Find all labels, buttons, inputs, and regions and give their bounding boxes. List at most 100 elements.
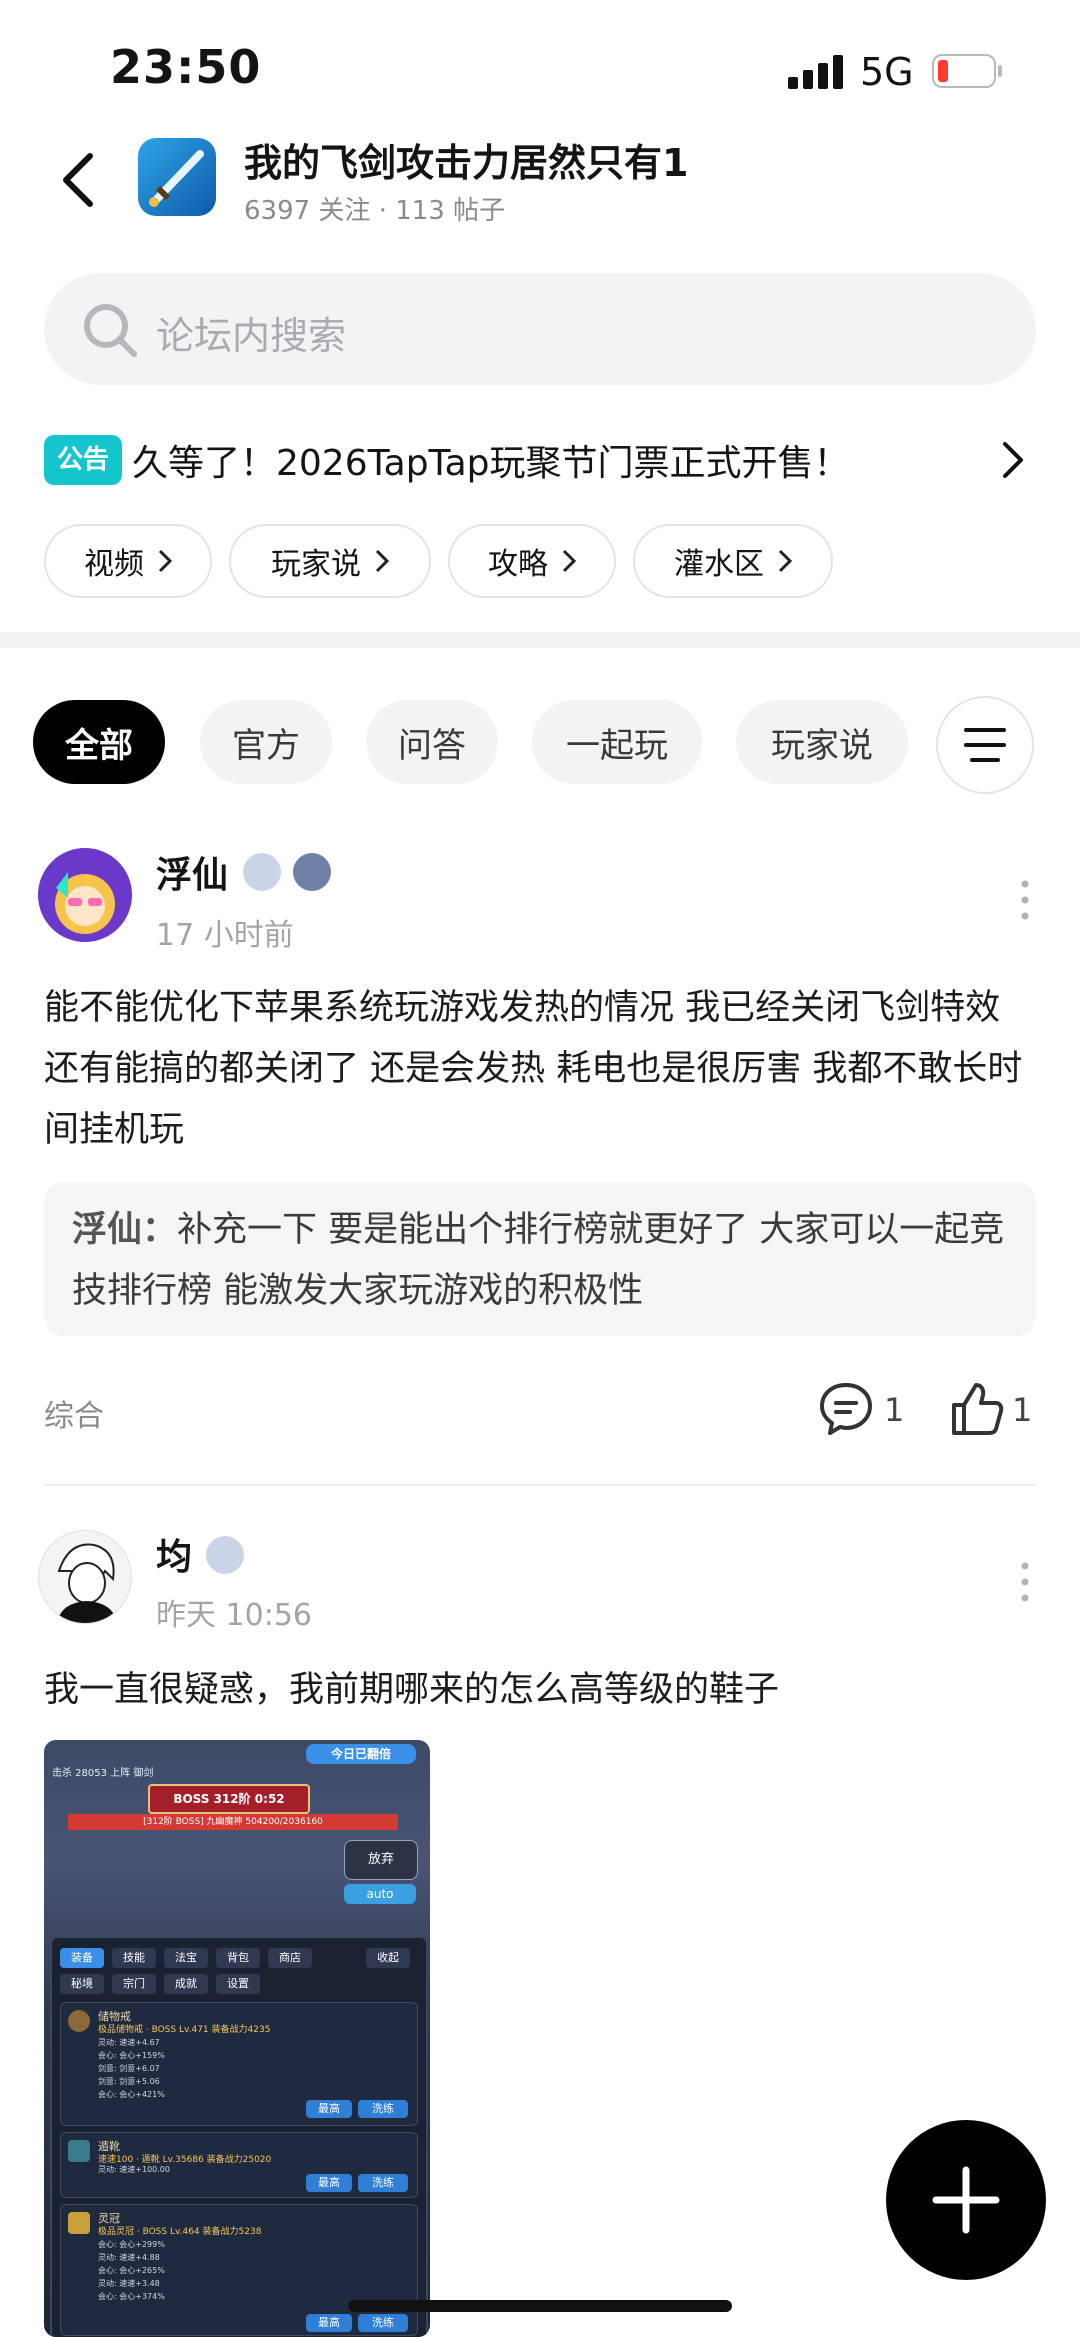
boots-icon [68,2140,90,2162]
avatar-art [39,1531,131,1623]
image-item-btn: 洗练 [358,2314,408,2332]
back-arrow-icon[interactable] [58,150,98,210]
chip-label: 灌水区 [674,547,764,582]
image-tab: 背包 [216,1948,260,1968]
sword-icon [149,150,204,207]
level-badge-icon [206,1536,244,1574]
chip-label: 攻略 [488,547,548,582]
image-tab: 法宝 [164,1948,208,1968]
chevron-right-icon [375,549,389,573]
ring-icon [68,2010,90,2032]
chip-guide[interactable]: 攻略 [448,524,616,598]
avatar[interactable] [38,1530,132,1624]
forum-stats: 6397 关注 · 113 帖子 [244,196,506,226]
stat-line: 会心: 会心+374% [98,2292,165,2301]
image-boss-bar: [312阶 BOSS] 九幽魔神 504200/2036160 [68,1814,398,1830]
image-tab: 成就 [164,1974,208,1994]
search-icon [84,304,137,357]
chip-label: 玩家说 [271,547,361,582]
stat-line: 会心: 会心+265% [98,2266,165,2275]
image-tab: 秘境 [60,1974,104,1994]
stat-line: 灵动: 速速+3.48 [98,2279,160,2288]
network-label: 5G [860,50,914,94]
tab-all[interactable]: 全部 [33,700,165,784]
tab-qa[interactable]: 问答 [366,700,498,784]
notice-badge: 公告 [44,435,122,485]
game-icon[interactable] [138,138,216,216]
battery-icon [932,54,1002,88]
image-tab: 收起 [366,1948,410,1968]
stat-line: 会心: 会心+299% [98,2240,165,2249]
chevron-right-icon [562,549,576,573]
comment-icon[interactable] [818,1381,874,1437]
comment-count: 1 [884,1391,905,1429]
image-item-btn: 最高 [306,2100,352,2118]
post-body[interactable]: 能不能优化下苹果系统玩游戏发热的情况 我已经关闭飞剑特效还有能搞的都关闭了 还是… [44,978,1034,1161]
post-body[interactable]: 我一直很疑惑，我前期哪来的怎么高等级的鞋子 [44,1660,1034,1721]
section-divider [0,632,1080,648]
post-time: 昨天 10:56 [156,1598,312,1633]
tab-player-talk[interactable]: 玩家说 [736,700,908,784]
tab-play-together[interactable]: 一起玩 [532,700,702,784]
crown-icon [68,2212,90,2234]
quote-text: 浮仙：补充一下 要是能出个排行榜就更好了 大家可以一起竞技排行榜 能激发大家玩游… [72,1200,1012,1322]
more-dots-icon[interactable] [1020,878,1030,922]
post-time: 17 小时前 [156,918,294,953]
signal-icon [788,55,843,89]
status-time: 23:50 [110,40,262,94]
create-post-button[interactable] [886,2120,1046,2280]
plus-icon [932,2166,1000,2234]
image-tab: 商店 [268,1948,312,1968]
more-dots-icon[interactable] [1020,1560,1030,1604]
image-item-btn: 最高 [306,2314,352,2332]
image-item-btn: 洗练 [358,2100,408,2118]
author-name[interactable]: 均 [156,1528,192,1580]
like-icon[interactable] [948,1381,1004,1437]
tab-official[interactable]: 官方 [200,700,332,784]
image-tab: 装备 [60,1948,104,1968]
search-input[interactable]: 论坛内搜索 [156,305,346,360]
chip-player-talk[interactable]: 玩家说 [229,524,431,598]
like-count: 1 [1012,1391,1033,1429]
image-item-desc: 极品灵冠 · BOSS Lv.464 装备战力5238 [98,2227,262,2237]
image-auto-btn: auto [344,1884,416,1904]
image-item-btn: 最高 [306,2174,352,2192]
chip-label: 视频 [84,547,144,582]
avatar[interactable] [38,848,132,942]
image-kill-count: 击杀 28053 上阵 御剑 [52,1768,154,1779]
post-image[interactable]: 击杀 28053 上阵 御剑 今日已翻倍 BOSS 312阶 0:52 [312… [44,1740,430,2337]
stat-line: 灵动: 速速+4.88 [98,2253,160,2262]
stat-line: 灵动: 速速+100.00 [98,2165,170,2174]
image-giveup-btn: 放弃 [344,1840,418,1880]
filter-menu-button[interactable] [936,696,1034,794]
post-tag[interactable]: 综合 [44,1391,104,1435]
chevron-right-icon[interactable] [1000,440,1026,480]
avatar-art [38,848,132,942]
chip-chat[interactable]: 灌水区 [633,524,833,598]
image-item-stats: 灵动: 速速+4.67 会心: 会心+159% 剑意: 剑意+6.07 剑意: … [98,2036,165,2101]
stat-line: 剑意: 剑意+6.07 [98,2064,160,2073]
stat-line: 剑意: 剑意+5.06 [98,2077,160,2086]
image-tab: 宗门 [112,1974,156,1994]
chevron-right-icon [778,549,792,573]
page-title: 我的飞剑攻击力居然只有1 [244,141,689,185]
image-tab: 技能 [112,1948,156,1968]
filter-menu-icon [964,728,1006,762]
image-tab: 设置 [216,1974,260,1994]
notice-text[interactable]: 久等了！2026TapTap玩聚节门票正式开售！ [132,434,850,486]
post-divider [44,1484,1036,1486]
author-name[interactable]: 浮仙 [156,846,228,898]
image-boss-title: BOSS 312阶 0:52 [148,1784,310,1814]
chip-video[interactable]: 视频 [44,524,212,598]
chevron-right-icon [158,549,172,573]
quote-content: 补充一下 要是能出个排行榜就更好了 大家可以一起竞技排行榜 能激发大家玩游戏的积… [72,1210,1005,1311]
quote-author: 浮仙： [72,1210,178,1250]
stat-line: 会心: 会心+421% [98,2090,165,2099]
home-indicator[interactable] [348,2300,732,2312]
stat-line: 灵动: 速速+4.67 [98,2038,160,2047]
tap-badge-icon [293,853,331,891]
image-double-badge: 今日已翻倍 [306,1744,416,1764]
image-item-desc: 极品储物戒 · BOSS Lv.471 装备战力4235 [98,2025,271,2035]
stat-line: 会心: 会心+159% [98,2051,165,2060]
level-badge-icon [243,853,281,891]
